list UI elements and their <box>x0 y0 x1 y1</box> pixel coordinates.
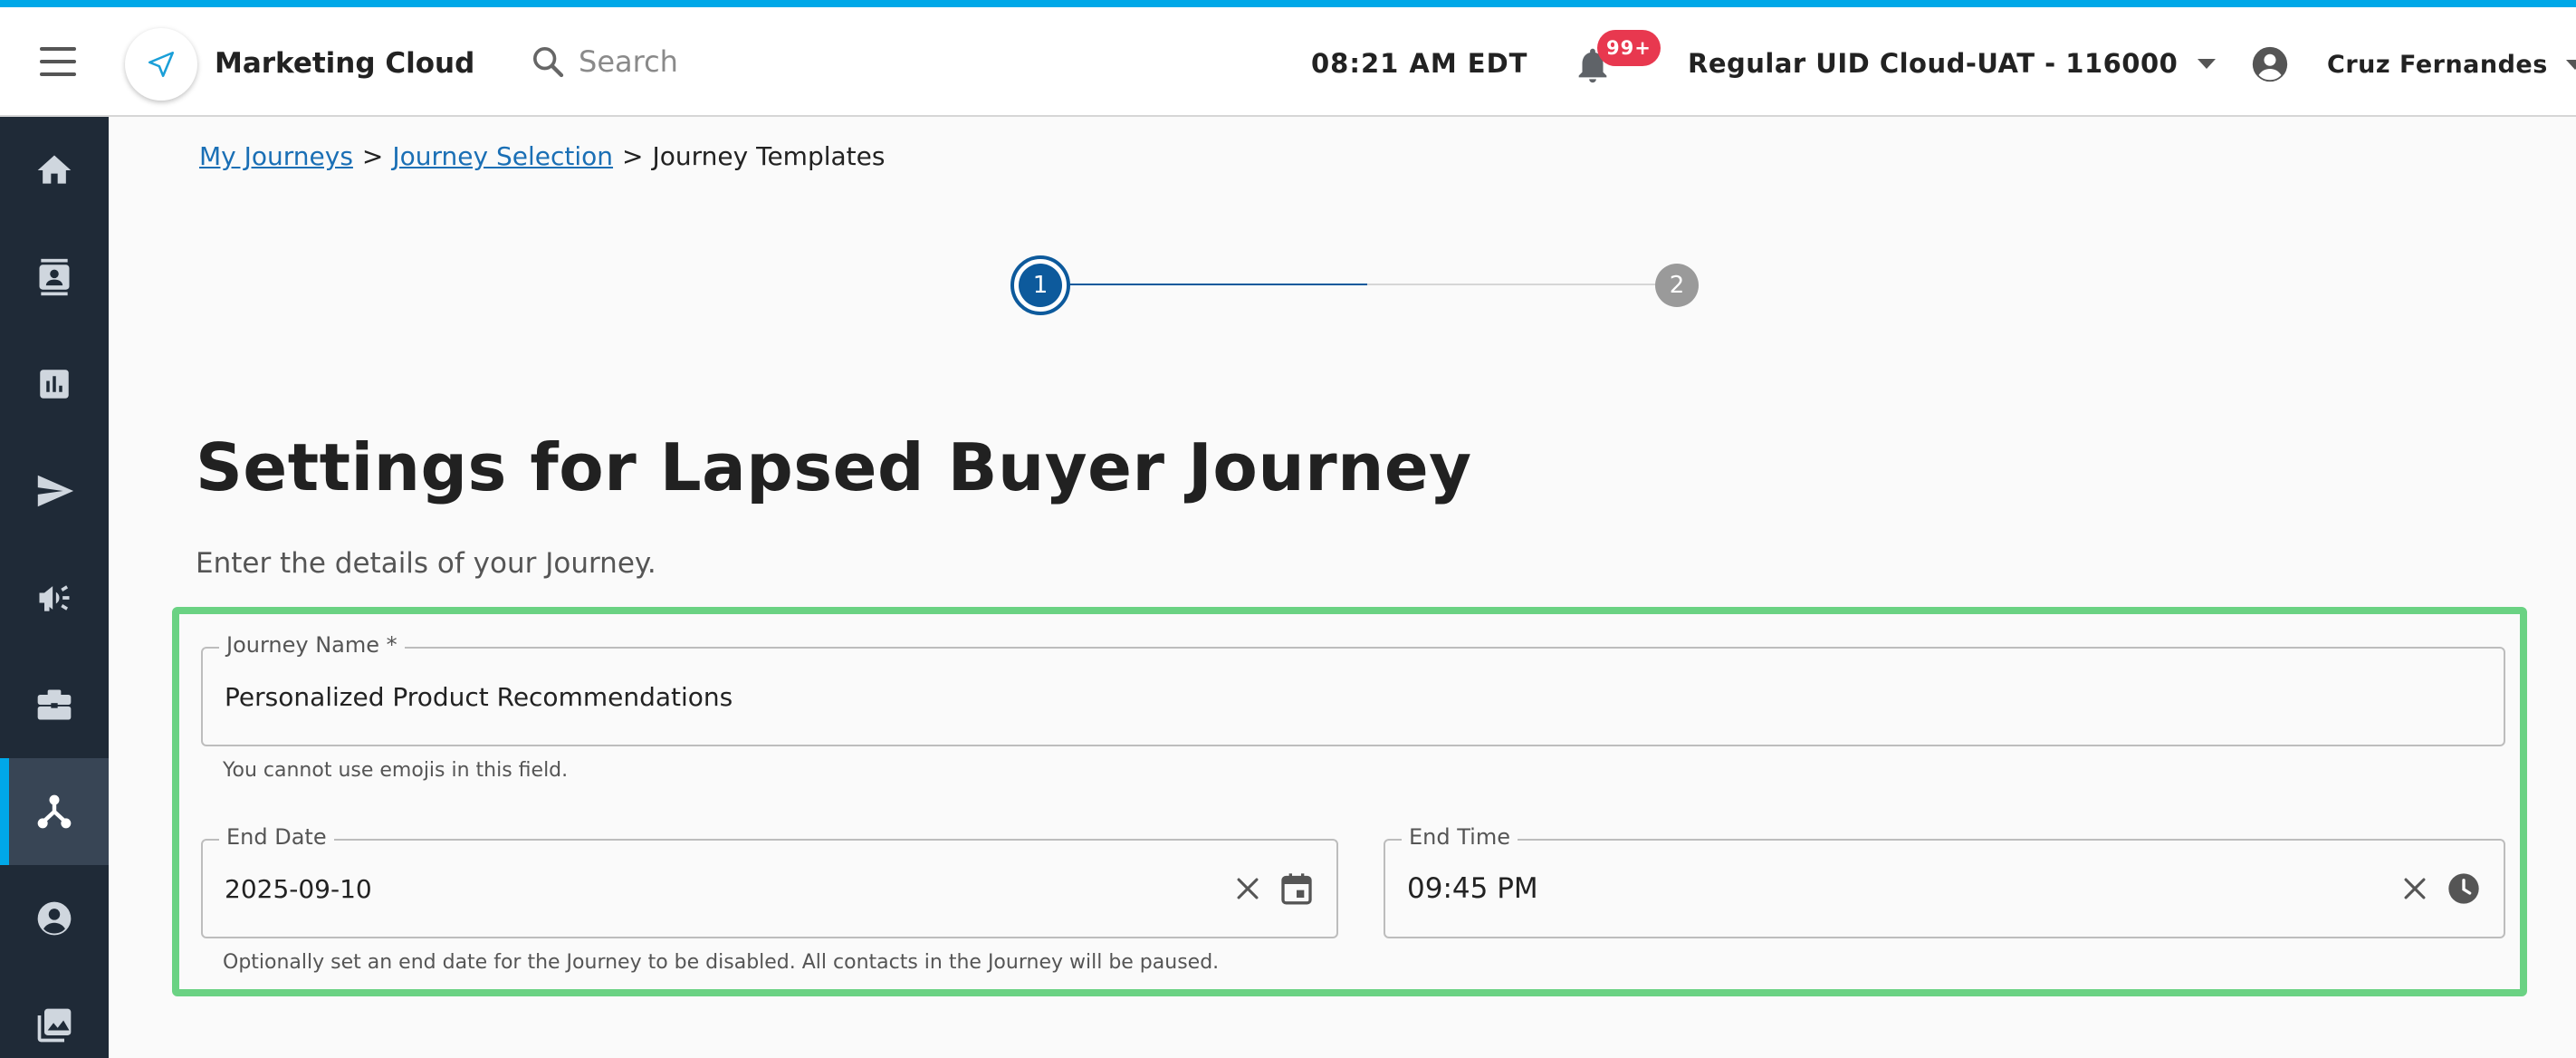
search-bar[interactable] <box>530 43 850 80</box>
clock-icon <box>2448 873 2479 904</box>
org-selector[interactable]: Regular UID Cloud-UAT - 116000 <box>1688 48 2217 79</box>
menu-icon[interactable] <box>36 43 80 80</box>
stepper-progress <box>1068 284 1367 285</box>
user-menu[interactable]: Cruz Fernandes <box>2249 43 2576 85</box>
stepper: 1 2 <box>1005 254 1711 317</box>
calendar-icon <box>1281 873 1312 905</box>
notification-badge: 99+ <box>1597 30 1661 66</box>
end-time-input[interactable] <box>1407 841 2362 937</box>
user-name: Cruz Fernandes <box>2327 50 2548 79</box>
close-icon <box>2404 878 2426 899</box>
sidebar-item-toolkit[interactable] <box>0 651 109 758</box>
navigation-arrow-icon <box>148 51 175 78</box>
app-title: Marketing Cloud <box>215 47 475 80</box>
account-circle-icon <box>2252 46 2288 82</box>
megaphone-icon <box>39 585 70 611</box>
journey-icon <box>37 794 72 829</box>
journey-name-helper: You cannot use emojis in this field. <box>223 759 569 782</box>
sidebar <box>0 117 109 1058</box>
briefcase-icon <box>37 689 72 720</box>
breadcrumb-separator: > <box>361 141 384 171</box>
top-accent-stripe <box>0 0 2576 7</box>
send-icon <box>37 475 74 507</box>
home-icon <box>37 155 72 184</box>
sidebar-item-journeys[interactable] <box>0 758 109 865</box>
search-input[interactable] <box>579 44 850 79</box>
chevron-down-icon <box>2198 58 2217 69</box>
end-date-input[interactable] <box>225 841 1195 937</box>
account-circle-icon <box>37 901 72 936</box>
breadcrumb-link-journey-selection[interactable]: Journey Selection <box>392 141 613 171</box>
journey-name-input[interactable] <box>225 649 2482 745</box>
sidebar-item-home[interactable] <box>0 117 109 224</box>
journey-name-field[interactable]: Journey Name * <box>201 632 2505 746</box>
sidebar-item-account[interactable] <box>0 865 109 972</box>
sidebar-item-send[interactable] <box>0 438 109 544</box>
time-picker-button[interactable] <box>2444 869 2484 909</box>
breadcrumb: My Journeys > Journey Selection > Journey Te… <box>199 141 885 171</box>
breadcrumb-current: Journey Templates <box>652 141 886 171</box>
current-time: 08:21 AM EDT <box>1311 48 1528 79</box>
step-2[interactable]: 2 <box>1655 264 1699 307</box>
clear-time-button[interactable] <box>2397 870 2433 907</box>
sidebar-item-analytics[interactable] <box>0 331 109 438</box>
step-1-number: 1 <box>1019 264 1062 307</box>
clear-date-button[interactable] <box>1230 870 1266 907</box>
end-date-helper: Optionally set an end date for the Journ… <box>223 951 1220 974</box>
page-subtitle: Enter the details of your Journey. <box>196 547 656 580</box>
app-logo[interactable] <box>125 28 197 101</box>
top-header: Marketing Cloud 08:21 AM EDT 99+ Regular… <box>0 7 2576 117</box>
end-time-field[interactable]: End Time <box>1384 824 2505 938</box>
contacts-icon <box>39 258 70 296</box>
date-picker-button[interactable] <box>1277 869 1317 909</box>
page-title: Settings for Lapsed Buyer Journey <box>196 429 1472 505</box>
sidebar-item-campaigns[interactable] <box>0 544 109 651</box>
org-selector-label: Regular UID Cloud-UAT - 116000 <box>1688 48 2179 79</box>
bar-chart-icon <box>40 370 69 399</box>
breadcrumb-link-my-journeys[interactable]: My Journeys <box>199 141 353 171</box>
search-icon <box>533 47 564 78</box>
sidebar-item-media[interactable] <box>0 972 109 1058</box>
sidebar-item-contacts[interactable] <box>0 224 109 331</box>
chevron-down-icon <box>2565 59 2576 70</box>
journey-settings-form: Journey Name * You cannot use emojis in … <box>172 607 2527 996</box>
close-icon <box>1237 878 1259 899</box>
step-1[interactable]: 1 <box>1010 255 1070 315</box>
end-date-field[interactable]: End Date <box>201 824 1338 938</box>
breadcrumb-separator: > <box>622 141 644 171</box>
image-library-icon <box>37 1008 72 1043</box>
